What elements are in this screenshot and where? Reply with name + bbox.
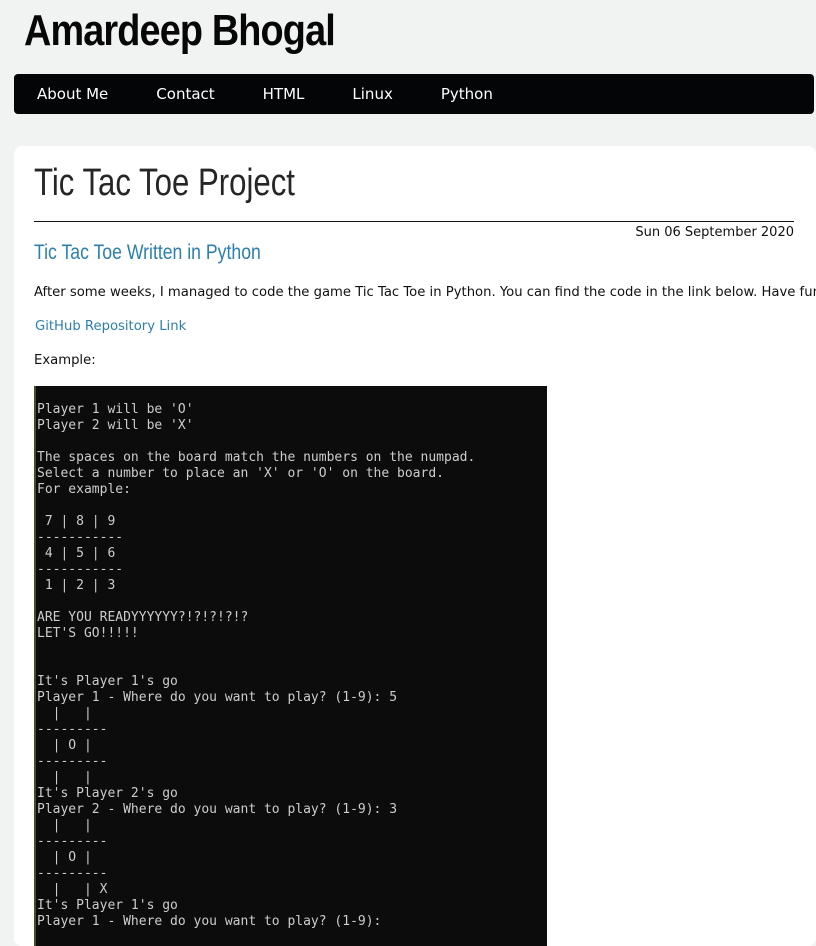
content-card: Tic Tac Toe Project Sun 06 September 202… bbox=[14, 146, 816, 946]
nav-item-contact[interactable]: Contact bbox=[156, 85, 214, 103]
nav-item-python[interactable]: Python bbox=[441, 85, 493, 103]
page-title: Tic Tac Toe Project bbox=[34, 162, 295, 204]
nav-item-about-me[interactable]: About Me bbox=[37, 85, 108, 103]
post-intro: After some weeks, I managed to code the … bbox=[34, 285, 816, 300]
title-divider bbox=[34, 221, 794, 222]
site-title[interactable]: Amardeep Bhogal bbox=[24, 6, 336, 56]
main-nav: About Me Contact HTML Linux Python bbox=[14, 74, 814, 114]
terminal-screenshot: Player 1 will be 'O' Player 2 will be 'X… bbox=[34, 386, 547, 946]
post-date: Sun 06 September 2020 bbox=[635, 225, 794, 240]
github-repository-link[interactable]: GitHub Repository Link bbox=[35, 319, 186, 334]
nav-item-html[interactable]: HTML bbox=[263, 85, 305, 103]
post-heading[interactable]: Tic Tac Toe Written in Python bbox=[34, 241, 261, 265]
nav-item-linux[interactable]: Linux bbox=[352, 85, 392, 103]
terminal-output: Player 1 will be 'O' Player 2 will be 'X… bbox=[37, 402, 476, 929]
example-label: Example: bbox=[34, 353, 96, 368]
